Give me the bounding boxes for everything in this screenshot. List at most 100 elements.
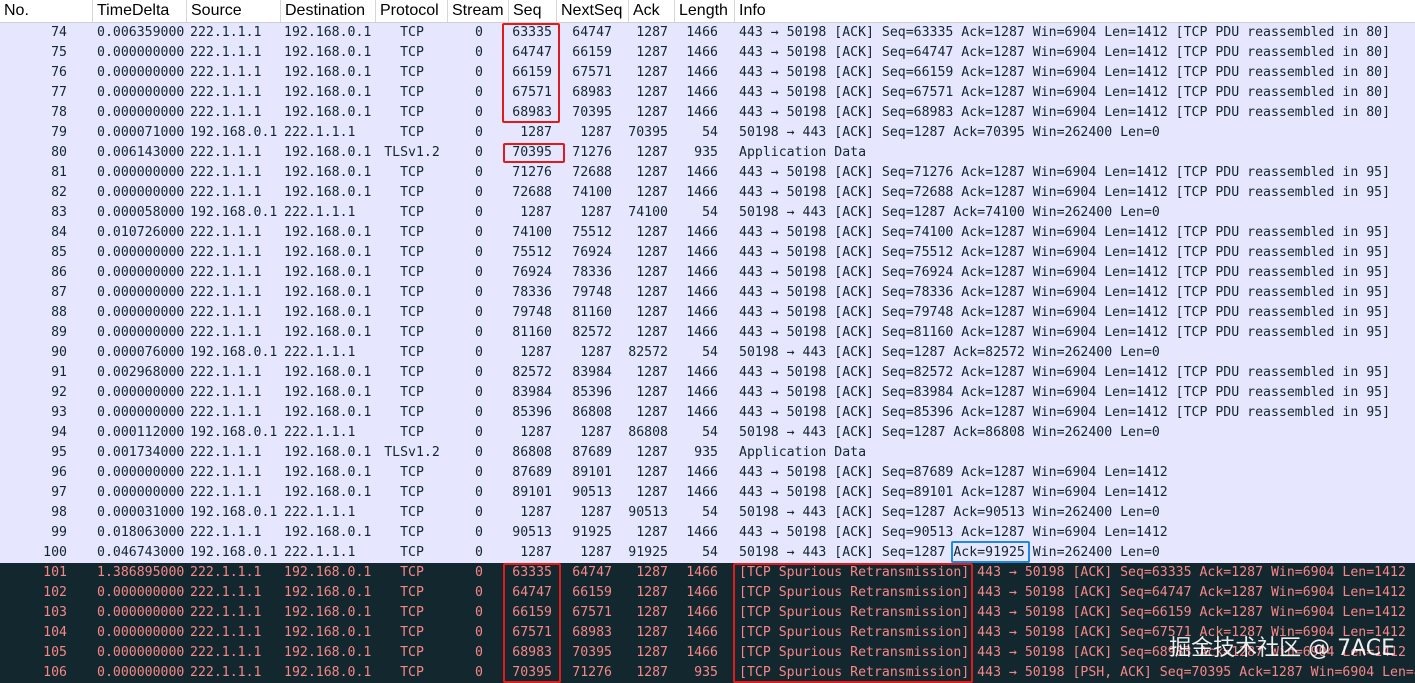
packet-row[interactable]: 94 0.000112000 192.168.0.1 222.1.1.1 TCP 0 128… bbox=[0, 423, 1415, 443]
column-header-info[interactable]: Info bbox=[735, 0, 1415, 22]
protocol-cell: TCP bbox=[400, 425, 424, 440]
timedelta-cell: 0.000000000 bbox=[97, 265, 185, 280]
timedelta-cell: 0.000000000 bbox=[97, 105, 185, 120]
packet-number-cell: 92 bbox=[51, 385, 67, 400]
protocol-cell: TCP bbox=[400, 485, 424, 500]
seq-cell: 72688 bbox=[512, 185, 552, 200]
column-header-timedelta[interactable]: TimeDelta bbox=[93, 0, 187, 22]
timedelta-cell: 0.000000000 bbox=[97, 385, 185, 400]
packet-number-cell: 96 bbox=[51, 465, 67, 480]
nextseq-cell: 83984 bbox=[572, 365, 612, 380]
nextseq-cell: 91925 bbox=[572, 525, 612, 540]
info-cell: 443 → 50198 [ACK] Seq=90513 Ack=1287 Win… bbox=[739, 525, 1168, 540]
stream-cell: 0 bbox=[475, 565, 483, 580]
length-cell: 1466 bbox=[686, 645, 718, 660]
timedelta-cell: 0.000000000 bbox=[97, 245, 185, 260]
packet-row[interactable]: 85 0.000000000 222.1.1.1 192.168.0.1 TCP 0 755… bbox=[0, 243, 1415, 263]
packet-row[interactable]: 75 0.000000000 222.1.1.1 192.168.0.1 TCP 0 647… bbox=[0, 43, 1415, 63]
column-header-destination[interactable]: Destination bbox=[281, 0, 376, 22]
stream-cell: 0 bbox=[475, 25, 483, 40]
packet-row[interactable]: 88 0.000000000 222.1.1.1 192.168.0.1 TCP 0 797… bbox=[0, 303, 1415, 323]
packet-row[interactable]: 79 0.000071000 192.168.0.1 222.1.1.1 TCP 0 128… bbox=[0, 123, 1415, 143]
length-cell: 935 bbox=[694, 145, 718, 160]
destination-cell: 192.168.0.1 bbox=[284, 245, 372, 260]
info-cell: 50198 → 443 [ACK] Seq=1287 Ack=86808 Win… bbox=[739, 425, 1160, 440]
packet-row-retransmission[interactable]: 102 0.000000000 222.1.1.1 192.168.0.1 TCP 0 64… bbox=[0, 583, 1415, 603]
packet-row[interactable]: 98 0.000031000 192.168.0.1 222.1.1.1 TCP 0 128… bbox=[0, 503, 1415, 523]
packet-row[interactable]: 92 0.000000000 222.1.1.1 192.168.0.1 TCP 0 839… bbox=[0, 383, 1415, 403]
packet-row[interactable]: 100 0.046743000 192.168.0.1 222.1.1.1 TCP 0 12… bbox=[0, 543, 1415, 563]
ack-cell: 1287 bbox=[636, 605, 668, 620]
length-cell: 1466 bbox=[686, 605, 718, 620]
packet-row[interactable]: 76 0.000000000 222.1.1.1 192.168.0.1 TCP 0 661… bbox=[0, 63, 1415, 83]
packet-row[interactable]: 97 0.000000000 222.1.1.1 192.168.0.1 TCP 0 891… bbox=[0, 483, 1415, 503]
seq-cell: 82572 bbox=[512, 365, 552, 380]
packet-row[interactable]: 90 0.000076000 192.168.0.1 222.1.1.1 TCP 0 128… bbox=[0, 343, 1415, 363]
nextseq-cell: 1287 bbox=[580, 505, 612, 520]
column-header-no[interactable]: No. bbox=[0, 0, 93, 22]
column-header-length[interactable]: Length bbox=[675, 0, 735, 22]
stream-cell: 0 bbox=[475, 85, 483, 100]
packet-row-retransmission[interactable]: 101 1.386895000 222.1.1.1 192.168.0.1 TCP 0 63… bbox=[0, 563, 1415, 583]
packet-row[interactable]: 89 0.000000000 222.1.1.1 192.168.0.1 TCP 0 811… bbox=[0, 323, 1415, 343]
packet-row[interactable]: 95 0.001734000 222.1.1.1 192.168.0.1 TLSv1.2… bbox=[0, 443, 1415, 463]
stream-cell: 0 bbox=[475, 165, 483, 180]
length-cell: 1466 bbox=[686, 265, 718, 280]
info-cell: [TCP Spurious Retransmission] 443 → 5019… bbox=[739, 605, 1406, 620]
packet-row[interactable]: 96 0.000000000 222.1.1.1 192.168.0.1 TCP 0 876… bbox=[0, 463, 1415, 483]
destination-cell: 192.168.0.1 bbox=[284, 365, 372, 380]
packet-row[interactable]: 81 0.000000000 222.1.1.1 192.168.0.1 TCP 0 712… bbox=[0, 163, 1415, 183]
length-cell: 935 bbox=[694, 665, 718, 680]
info-cell: 443 → 50198 [ACK] Seq=83984 Ack=1287 Win… bbox=[739, 385, 1391, 400]
packet-row[interactable]: 99 0.018063000 222.1.1.1 192.168.0.1 TCP 0 905… bbox=[0, 523, 1415, 543]
packet-row[interactable]: 82 0.000000000 222.1.1.1 192.168.0.1 TCP 0 726… bbox=[0, 183, 1415, 203]
column-header-ack[interactable]: Ack bbox=[629, 0, 675, 22]
column-header-seq[interactable]: Seq bbox=[509, 0, 557, 22]
packet-row[interactable]: 80 0.006143000 222.1.1.1 192.168.0.1 TLSv1.2… bbox=[0, 143, 1415, 163]
packet-row[interactable]: 78 0.000000000 222.1.1.1 192.168.0.1 TCP 0 689… bbox=[0, 103, 1415, 123]
packet-number-cell: 90 bbox=[51, 345, 67, 360]
destination-cell: 192.168.0.1 bbox=[284, 625, 372, 640]
packet-row[interactable]: 74 0.006359000 222.1.1.1 192.168.0.1 TCP 0 633… bbox=[0, 23, 1415, 43]
nextseq-cell: 81160 bbox=[572, 305, 612, 320]
column-header-protocol[interactable]: Protocol bbox=[376, 0, 448, 22]
packet-row[interactable]: 86 0.000000000 222.1.1.1 192.168.0.1 TCP 0 769… bbox=[0, 263, 1415, 283]
timedelta-cell: 0.000071000 bbox=[97, 125, 185, 140]
protocol-cell: TCP bbox=[400, 225, 424, 240]
destination-cell: 192.168.0.1 bbox=[284, 445, 372, 460]
seq-cell: 70395 bbox=[512, 145, 552, 160]
packet-row[interactable]: 84 0.010726000 222.1.1.1 192.168.0.1 TCP 0 741… bbox=[0, 223, 1415, 243]
column-header-source[interactable]: Source bbox=[187, 0, 281, 22]
length-cell: 1466 bbox=[686, 525, 718, 540]
source-cell: 222.1.1.1 bbox=[190, 245, 262, 260]
length-cell: 54 bbox=[702, 125, 718, 140]
packet-number-cell: 87 bbox=[51, 285, 67, 300]
source-cell: 222.1.1.1 bbox=[190, 465, 262, 480]
column-header-nextseq[interactable]: NextSeq bbox=[557, 0, 629, 22]
info-cell: 443 → 50198 [ACK] Seq=82572 Ack=1287 Win… bbox=[739, 365, 1391, 380]
protocol-cell: TCP bbox=[400, 105, 424, 120]
packet-row[interactable]: 93 0.000000000 222.1.1.1 192.168.0.1 TCP 0 853… bbox=[0, 403, 1415, 423]
stream-cell: 0 bbox=[475, 665, 483, 680]
source-cell: 222.1.1.1 bbox=[190, 385, 262, 400]
info-cell: 443 → 50198 [ACK] Seq=71276 Ack=1287 Win… bbox=[739, 165, 1391, 180]
nextseq-cell: 1287 bbox=[580, 345, 612, 360]
seq-cell: 83984 bbox=[512, 385, 552, 400]
ack-cell: 1287 bbox=[636, 145, 668, 160]
packet-row[interactable]: 91 0.002968000 222.1.1.1 192.168.0.1 TCP 0 825… bbox=[0, 363, 1415, 383]
packet-row[interactable]: 87 0.000000000 222.1.1.1 192.168.0.1 TCP 0 783… bbox=[0, 283, 1415, 303]
stream-cell: 0 bbox=[475, 45, 483, 60]
packet-row-retransmission[interactable]: 106 0.000000000 222.1.1.1 192.168.0.1 TCP 0 70… bbox=[0, 663, 1415, 683]
timedelta-cell: 0.000000000 bbox=[97, 325, 185, 340]
length-cell: 1466 bbox=[686, 325, 718, 340]
stream-cell: 0 bbox=[475, 205, 483, 220]
info-cell: 50198 → 443 [ACK] Seq=1287 Ack=74100 Win… bbox=[739, 205, 1160, 220]
seq-cell: 64747 bbox=[512, 585, 552, 600]
destination-cell: 222.1.1.1 bbox=[284, 125, 356, 140]
column-header-stream[interactable]: Stream bbox=[448, 0, 509, 22]
packet-row[interactable]: 83 0.000058000 192.168.0.1 222.1.1.1 TCP 0 128… bbox=[0, 203, 1415, 223]
packet-row-retransmission[interactable]: 103 0.000000000 222.1.1.1 192.168.0.1 TCP 0 66… bbox=[0, 603, 1415, 623]
packet-row[interactable]: 77 0.000000000 222.1.1.1 192.168.0.1 TCP 0 675… bbox=[0, 83, 1415, 103]
info-cell: [TCP Spurious Retransmission] 443 → 5019… bbox=[739, 585, 1406, 600]
packet-number-cell: 105 bbox=[43, 645, 67, 660]
